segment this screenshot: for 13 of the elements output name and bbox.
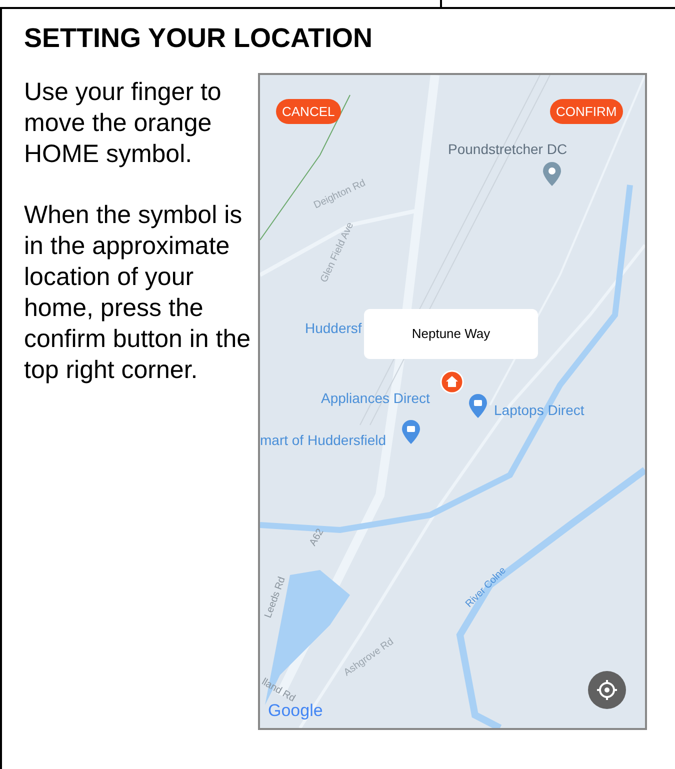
cancel-button[interactable]: CANCEL (276, 99, 341, 124)
place-label: Poundstretcher DC (448, 140, 568, 159)
place-label: Appliances Direct (321, 389, 430, 408)
place-label: Huddersf (305, 319, 362, 338)
instruction-paragraph: Use your finger to move the orange HOME symbol. (24, 77, 222, 170)
section-heading: SETTING YOUR LOCATION (24, 22, 374, 55)
road-label: Leeds Rd (262, 574, 289, 620)
place-label: mart of Huddersfield (260, 431, 386, 450)
road-label: Glen Field Ave (318, 220, 358, 286)
instruction-paragraph: When the symbol is in the approximate location of your home, press the confirm button in the top right corner. (24, 200, 252, 386)
location-popup: Neptune Way (364, 309, 538, 359)
confirm-button[interactable]: CONFIRM (550, 99, 623, 124)
place-label: Laptops Direct (494, 401, 584, 420)
